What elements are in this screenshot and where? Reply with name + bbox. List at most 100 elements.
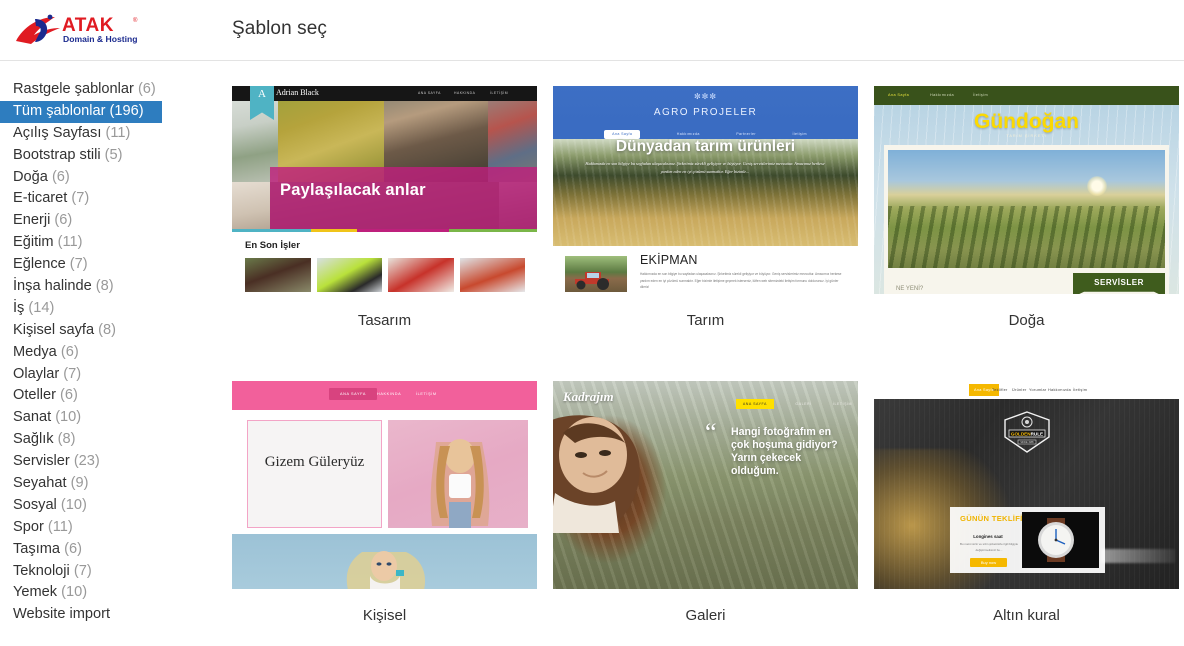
sidebar-item-1[interactable]: Tüm şablonlar (196)	[0, 100, 162, 123]
template-header: ✼✼✼ AGRO PROJELER Ana Sayfa Hakkımızda P…	[553, 86, 858, 139]
sidebar-item-19[interactable]: Sosyal (10)	[0, 495, 215, 517]
template-nav-item: GALERİ	[795, 402, 812, 406]
sidebar-item-label: Enerji	[13, 212, 51, 229]
template-card-tasarim[interactable]: Adrian Black ANA SAYFA HAKKINDA İLETİŞİM…	[232, 86, 537, 329]
sidebar-item-3[interactable]: Bootstrap stili (5)	[0, 145, 215, 167]
sidebar-item-14[interactable]: Oteller (6)	[0, 385, 215, 407]
sidebar-item-8[interactable]: Eğlence (7)	[0, 254, 215, 276]
portrait-illustration	[553, 415, 640, 533]
sidebar-item-count: (10)	[51, 409, 82, 426]
sidebar-item-count: (6)	[55, 387, 78, 404]
template-nav-item: ANA SAYFA	[418, 91, 441, 95]
sidebar-item-9[interactable]: İnşa halinde (8)	[0, 276, 215, 298]
template-thumbnail[interactable]: Adrian Black ANA SAYFA HAKKINDA İLETİŞİM…	[232, 86, 537, 294]
template-thumbnail[interactable]: ANA SAYFA HAKKINDA İLETİŞİM Gizem Gülery…	[232, 381, 537, 589]
template-thumbnail[interactable]: ✼✼✼ AGRO PROJELER Ana Sayfa Hakkımızda P…	[553, 86, 858, 294]
svg-text:GOLDENRULE: GOLDENRULE	[1010, 432, 1042, 437]
sidebar-item-2[interactable]: Açılış Sayfası (11)	[0, 123, 215, 145]
template-card-kisisel[interactable]: ANA SAYFA HAKKINDA İLETİŞİM Gizem Gülery…	[232, 381, 537, 624]
template-thumbnail[interactable]: Kadrajım ANA SAYFA GALERİ İLETİŞİM “ Han…	[553, 381, 858, 589]
template-brand: Kadrajım	[563, 389, 614, 404]
template-nav-item: Yorumlar	[1029, 388, 1047, 392]
sidebar-item-18[interactable]: Seyahat (9)	[0, 473, 215, 495]
sidebar-item-count: (7)	[65, 256, 88, 273]
template-nav: Ana Sayfa Hakkımızda İletişim	[874, 86, 1179, 105]
template-caption: Galeri	[685, 607, 726, 624]
template-card-tarim[interactable]: ✼✼✼ AGRO PROJELER Ana Sayfa Hakkımızda P…	[553, 86, 858, 329]
section-heading: En Son İşler	[245, 240, 300, 251]
sidebar-item-16[interactable]: Sağlık (8)	[0, 429, 215, 451]
template-thumbnail[interactable]: Ana Sayfa Hakkımızda İletişim Gündoğan T…	[874, 86, 1179, 294]
sidebar-item-24[interactable]: Website import	[0, 604, 215, 626]
sidebar-item-4[interactable]: Doğa (6)	[0, 167, 215, 189]
sidebar-item-count: (10)	[57, 584, 88, 601]
template-nav-item: Partnerler	[736, 132, 756, 136]
hero-quote: Hangi fotoğrafım en çok hoşuma gidiyor? …	[731, 426, 838, 477]
latest-works-section: En Son İşler	[232, 232, 537, 294]
template-card-doga[interactable]: Ana Sayfa Hakkımızda İletişim Gündoğan T…	[874, 86, 1179, 329]
template-caption: Doğa	[1008, 312, 1045, 329]
sidebar-item-label: İnşa halinde	[13, 278, 92, 295]
sidebar-item-count: (11)	[53, 234, 83, 251]
sidebar-item-label: Doğa	[13, 168, 48, 185]
template-card-altin-kural[interactable]: Ana Sayfa Teklifler Ürünler Yorumlar Hak…	[874, 381, 1179, 624]
sidebar-item-count: (23)	[69, 453, 100, 470]
sidebar-item-7[interactable]: Eğitim (11)	[0, 232, 215, 254]
offer-description: Bu metni sizin ve sizin şirketinizle ilg…	[960, 542, 1018, 552]
sidebar-item-count: (11)	[43, 518, 73, 535]
sidebar-item-label: İş	[13, 299, 25, 316]
sidebar-item-count: (9)	[66, 475, 89, 492]
template-grid: Adrian Black ANA SAYFA HAKKINDA İLETİŞİM…	[232, 61, 1184, 646]
sidebar-item-label: Kişisel sayfa	[13, 321, 95, 338]
sidebar-item-count: (11)	[101, 124, 131, 141]
template-caption: Tasarım	[357, 312, 412, 329]
sidebar-item-count: (8)	[53, 431, 76, 448]
sidebar-item-count: (7)	[67, 190, 90, 207]
sidebar-item-6[interactable]: Enerji (6)	[0, 210, 215, 232]
works-thumbnails	[245, 258, 525, 292]
content-card: NE YENİ?	[884, 145, 1169, 294]
sidebar-item-21[interactable]: Taşıma (6)	[0, 539, 215, 561]
sidebar-item-count: (8)	[91, 278, 114, 295]
sidebar-item-0[interactable]: Rastgele şablonlar (6)	[0, 79, 215, 101]
template-thumbnail[interactable]: Ana Sayfa Teklifler Ürünler Yorumlar Hak…	[874, 381, 1179, 589]
sidebar-item-label: Olaylar	[13, 365, 60, 382]
sidebar-item-15[interactable]: Sanat (10)	[0, 407, 215, 429]
template-brand: AGRO PROJELER	[653, 107, 758, 118]
watch-photo	[1022, 512, 1099, 568]
goldenrule-emblem-icon: GOLDENRULE SINCE 1985	[1003, 411, 1050, 453]
sidebar-item-label: Eğitim	[13, 234, 54, 251]
sidebar-item-label: Eğlence	[13, 256, 66, 273]
template-nav-item: Hakkımızda	[1048, 388, 1072, 392]
sidebar-item-5[interactable]: E-ticaret (7)	[0, 188, 215, 210]
sidebar-item-17[interactable]: Servisler (23)	[0, 451, 215, 473]
section-text: Hakkımızda en son bilgiye bu sayfadan ul…	[640, 272, 842, 290]
offer-product-name: Longines saat	[973, 534, 1003, 539]
template-nav-item: İLETİŞİM	[833, 402, 852, 406]
template-subtitle: TARIM ŞİRKETİ	[1006, 134, 1047, 138]
atak-logo-icon[interactable]: ATAK ® Domain & Hosting	[13, 11, 139, 50]
sidebar-item-count: (6)	[56, 343, 79, 360]
banner-text: Paylaşılacak anlar	[280, 181, 426, 199]
buy-now-button[interactable]: Buy now	[970, 558, 1007, 567]
template-nav-item: İLETİŞİM	[416, 392, 437, 396]
template-card-galeri[interactable]: Kadrajım ANA SAYFA GALERİ İLETİŞİM “ Han…	[553, 381, 858, 624]
sidebar-item-20[interactable]: Spor (11)	[0, 517, 215, 539]
sidebar-item-count: (8)	[94, 321, 116, 338]
sidebar-item-11[interactable]: Kişisel sayfa (8)	[0, 320, 215, 342]
sidebar-item-count: (6)	[60, 540, 82, 557]
sidebar-item-12[interactable]: Medya (6)	[0, 342, 215, 364]
svg-text:SINCE 1985: SINCE 1985	[1020, 441, 1034, 444]
sidebar-item-23[interactable]: Yemek (10)	[0, 582, 215, 604]
vineyard-photo	[888, 150, 1165, 268]
sidebar-item-10[interactable]: İş (14)	[0, 298, 215, 320]
template-nav: Adrian Black ANA SAYFA HAKKINDA İLETİŞİM	[232, 86, 537, 101]
sidebar-item-label: Sanat	[13, 409, 52, 426]
section-heading: NE YENİ?	[896, 286, 924, 292]
sidebar-item-13[interactable]: Olaylar (7)	[0, 364, 215, 386]
sidebar-item-label: Seyahat	[13, 475, 67, 492]
sidebar-item-label: Servisler	[13, 453, 70, 470]
sidebar-item-22[interactable]: Teknoloji (7)	[0, 561, 215, 583]
offer-title: GÜNÜN TEKLİFİ	[960, 514, 1023, 523]
sidebar-item-label: Oteller	[13, 387, 56, 404]
